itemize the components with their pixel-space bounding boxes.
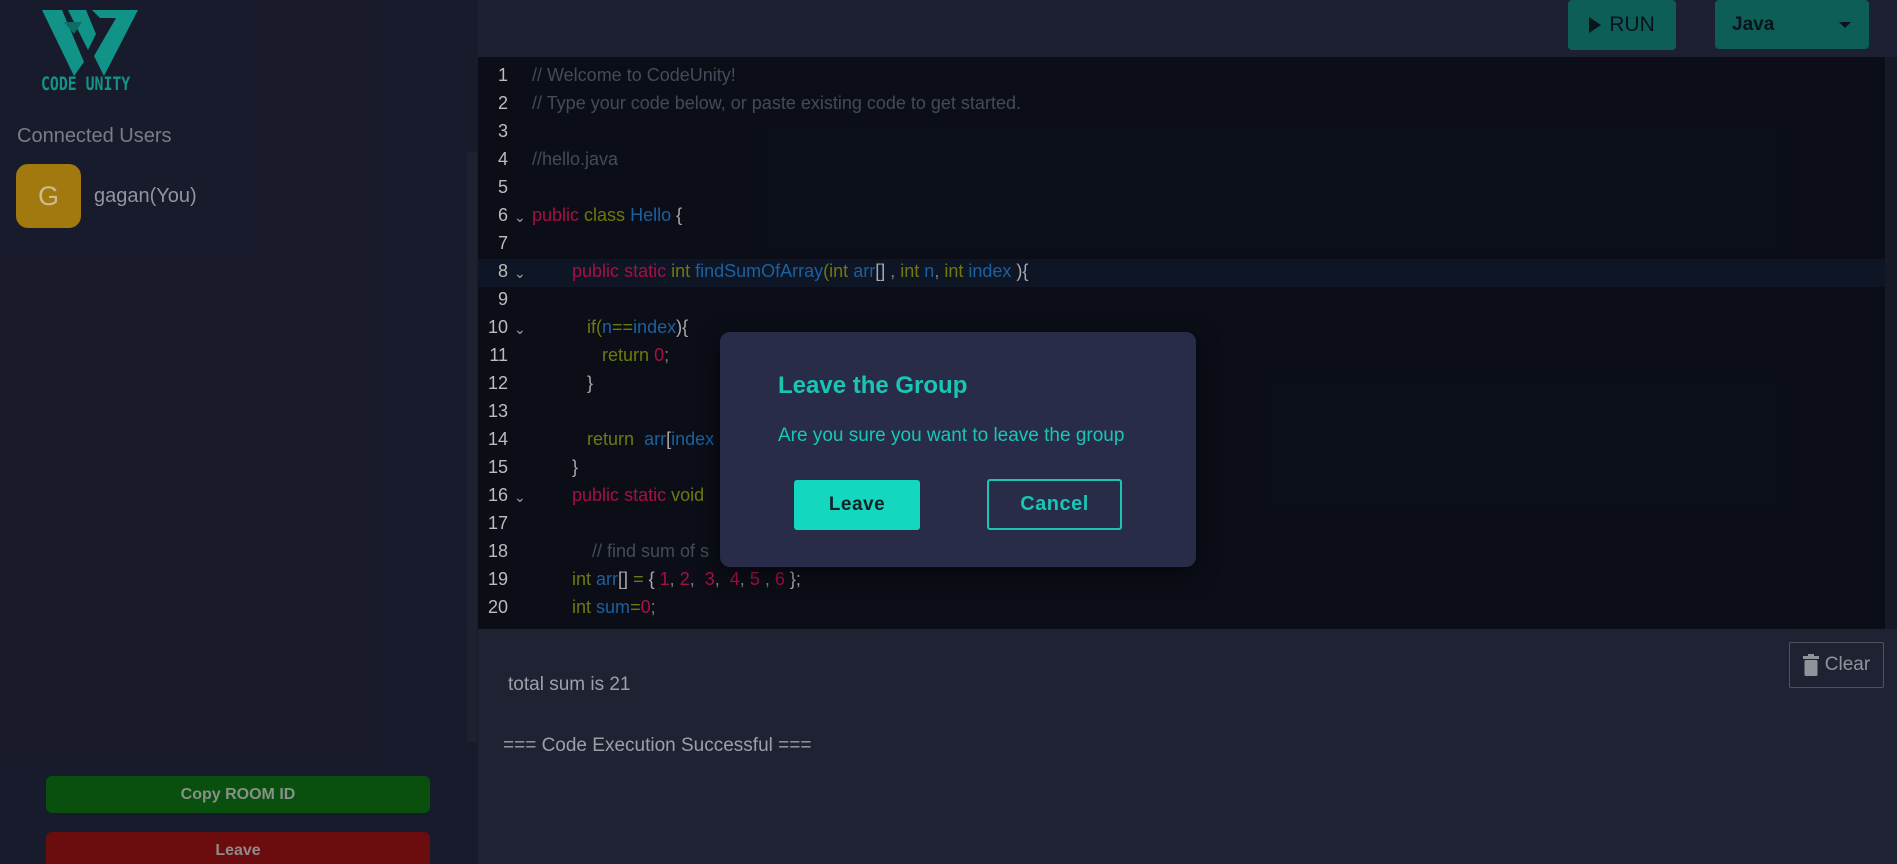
cancel-button[interactable]: Cancel [987,479,1122,530]
confirm-leave-button[interactable]: Leave [794,480,920,530]
dialog-title: Leave the Group [778,372,968,399]
dialog-message: Are you sure you want to leave the group [778,425,1125,446]
leave-group-dialog: Leave the Group Are you sure you want to… [720,332,1196,567]
